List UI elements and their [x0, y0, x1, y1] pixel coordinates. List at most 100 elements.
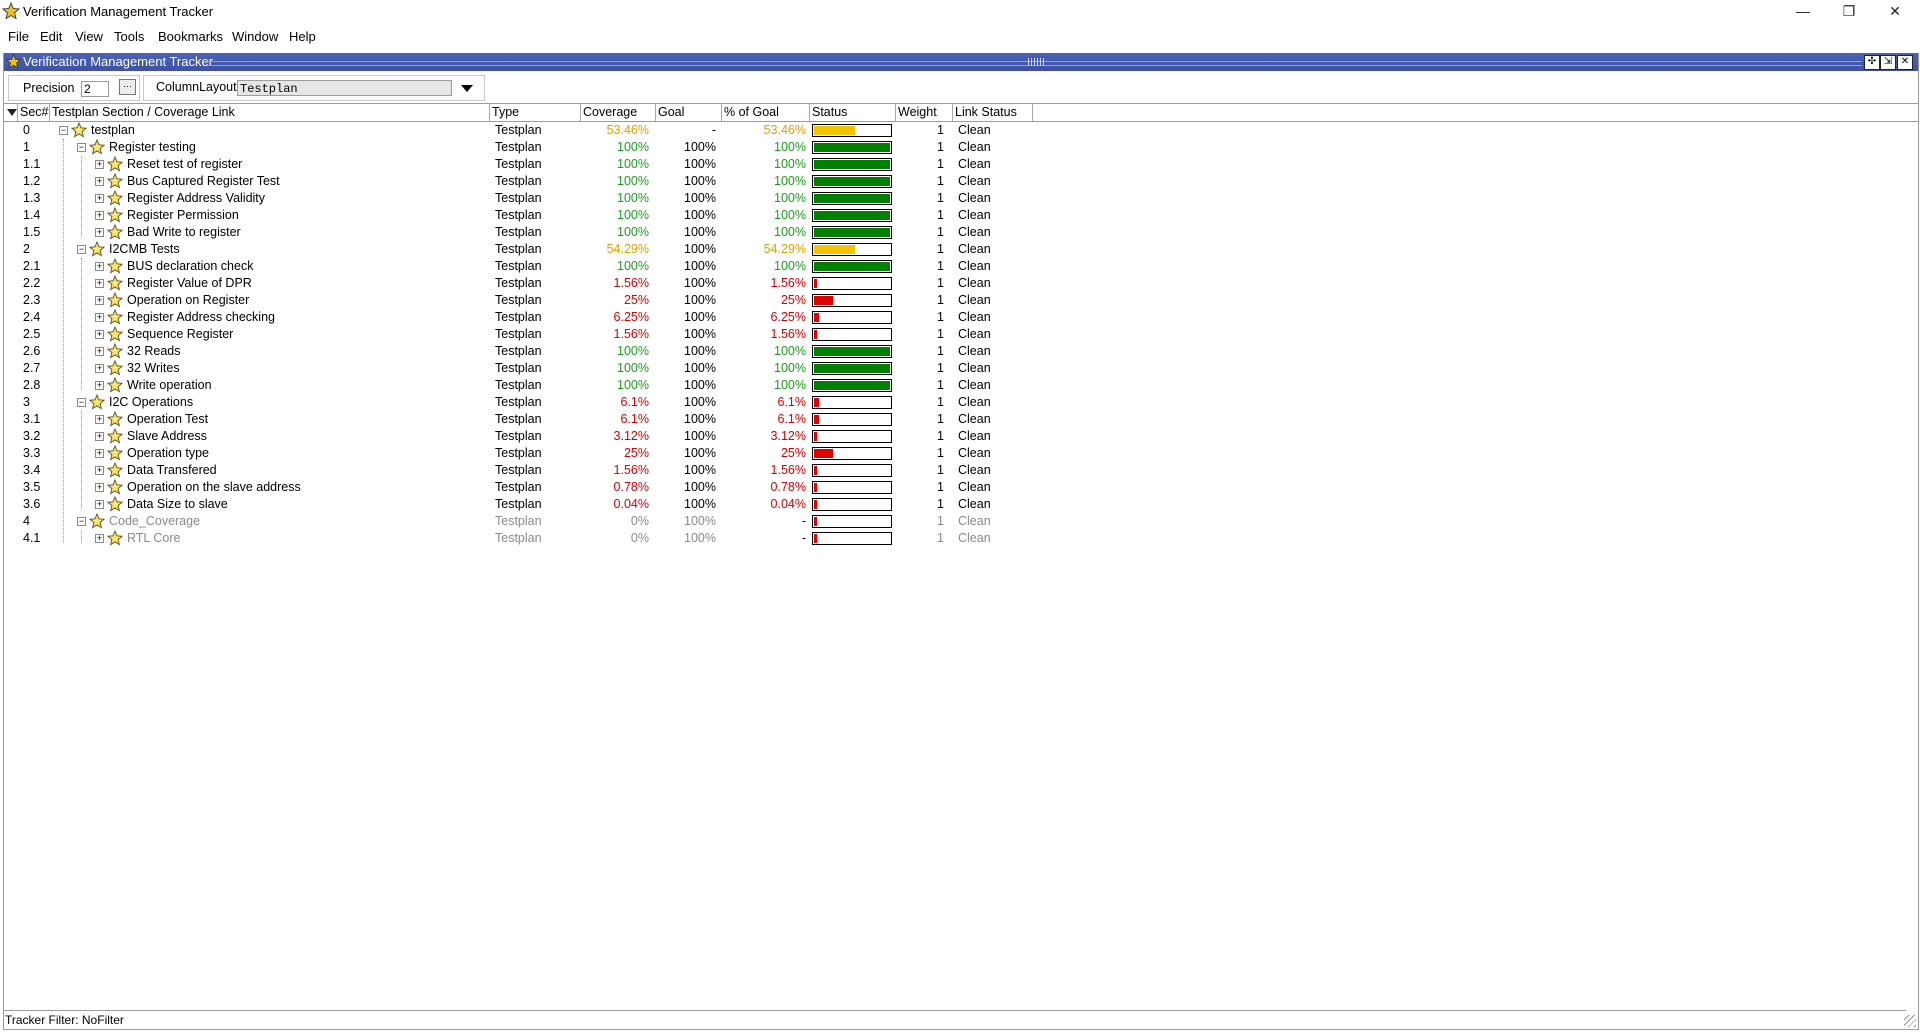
table-row[interactable]: 1.1 + Reset test of register Testplan 100% 10… [4, 155, 1034, 173]
expand-icon[interactable]: + [95, 364, 104, 373]
col-goal[interactable]: Goal [656, 104, 722, 121]
close-button[interactable]: ✕ [1872, 0, 1918, 24]
collapse-icon[interactable]: − [77, 143, 86, 152]
pane-titlebar[interactable]: Verification Management Tracker ✣ ⇲ ✕ [4, 53, 1918, 71]
col-weight[interactable]: Weight [896, 104, 953, 121]
section-name[interactable]: Write operation [127, 378, 212, 393]
table-row[interactable]: 3.4 + Data Transfered Testplan 1.56% 100% 1.56… [4, 461, 1034, 479]
section-name[interactable]: Reset test of register [127, 157, 242, 172]
section-name[interactable]: Register testing [109, 140, 196, 155]
menu-edit[interactable]: Edit [40, 29, 62, 44]
section-name[interactable]: RTL Core [127, 531, 181, 546]
expand-icon[interactable]: + [95, 381, 104, 390]
precision-input[interactable]: 2 [81, 81, 109, 97]
table-row[interactable]: 2.3 + Operation on Register Testplan 25% 100%… [4, 291, 1034, 309]
collapse-icon[interactable]: − [77, 517, 86, 526]
col-type[interactable]: Type [490, 104, 581, 121]
col-link-status[interactable]: Link Status [953, 104, 1033, 121]
table-row[interactable]: 2.1 + BUS declaration check Testplan 100% 100… [4, 257, 1034, 275]
table-row[interactable]: 2.4 + Register Address checking Testplan 6.2… [4, 308, 1034, 326]
expand-icon[interactable]: + [95, 500, 104, 509]
section-name[interactable]: testplan [91, 123, 135, 138]
table-row[interactable]: 1− Register testing Testplan 100% 100% 100% 1 C… [4, 138, 1034, 156]
table-row[interactable]: 1.2 + Bus Captured Register Test Testplan 10… [4, 172, 1034, 190]
menu-file[interactable]: File [8, 29, 29, 44]
pane-grip-handle[interactable] [1028, 58, 1046, 66]
pane-close-icon[interactable]: ✕ [1897, 55, 1913, 70]
restore-button[interactable]: ❐ [1826, 0, 1872, 24]
expand-icon[interactable]: + [95, 449, 104, 458]
expand-icon[interactable]: + [95, 415, 104, 424]
precision-apply-button[interactable]: ⋯ [119, 79, 136, 95]
section-name[interactable]: Data Transfered [127, 463, 217, 478]
col-pct-goal[interactable]: % of Goal [722, 104, 810, 121]
col-status[interactable]: Status [810, 104, 896, 121]
pane-undock-icon[interactable]: ⇲ [1880, 55, 1896, 70]
column-layout-select[interactable]: Testplan [237, 80, 452, 96]
table-row[interactable]: 3.6 + Data Size to slave Testplan 0.04% 100% 0… [4, 495, 1034, 513]
table-row[interactable]: 3.2 + Slave Address Testplan 3.12% 100% 3.12% 1… [4, 427, 1034, 445]
section-name[interactable]: Bad Write to register [127, 225, 241, 240]
section-name[interactable]: I2C Operations [109, 395, 193, 410]
expand-icon[interactable]: + [95, 296, 104, 305]
table-row[interactable]: 3.5 + Operation on the slave address Testpl… [4, 478, 1034, 496]
section-name[interactable]: Operation Test [127, 412, 208, 427]
minimize-button[interactable]: — [1780, 0, 1826, 24]
menu-bookmarks[interactable]: Bookmarks [158, 29, 223, 44]
section-name[interactable]: Register Address checking [127, 310, 275, 325]
menu-help[interactable]: Help [289, 29, 316, 44]
table-row[interactable]: 4 − Code_Coverage Testplan 0% 100% - 1 Clean [4, 512, 1034, 530]
table-row[interactable]: 1.3 + Register Address Validity Testplan 100… [4, 189, 1034, 207]
collapse-icon[interactable]: − [77, 245, 86, 254]
section-name[interactable]: Register Address Validity [127, 191, 265, 206]
table-row[interactable]: 1.4 + Register Permission Testplan 100% 100% 1… [4, 206, 1034, 224]
table-row[interactable]: 2.2 + Register Value of DPR Testplan 1.56% 10… [4, 274, 1034, 292]
section-name[interactable]: Code_Coverage [109, 514, 200, 529]
expand-icon[interactable]: + [95, 211, 104, 220]
expand-icon[interactable]: + [95, 228, 104, 237]
table-row[interactable]: 4.1 + RTL Core Testplan 0% 100% - 1 Clean [4, 529, 1034, 547]
section-name[interactable]: BUS declaration check [127, 259, 253, 274]
expand-icon[interactable]: + [95, 347, 104, 356]
menu-view[interactable]: View [75, 29, 103, 44]
collapse-icon[interactable]: − [59, 126, 68, 135]
table-row[interactable]: 1.5 + Bad Write to register Testplan 100% 100… [4, 223, 1034, 241]
section-name[interactable]: Data Size to slave [127, 497, 228, 512]
expand-icon[interactable]: + [95, 330, 104, 339]
menu-tools[interactable]: Tools [114, 29, 144, 44]
section-name[interactable]: Operation on Register [127, 293, 249, 308]
expand-icon[interactable]: + [95, 279, 104, 288]
expand-icon[interactable]: + [95, 466, 104, 475]
section-name[interactable]: Sequence Register [127, 327, 233, 342]
table-row[interactable]: 3.3 + Operation type Testplan 25% 100% 25% 1 Cle… [4, 444, 1034, 462]
table-row[interactable]: 0 − testplan Testplan 53.46% - 53.46% 1 Clean [4, 121, 1034, 139]
expand-icon[interactable]: + [95, 483, 104, 492]
menu-window[interactable]: Window [232, 29, 278, 44]
expand-icon[interactable]: + [95, 177, 104, 186]
section-name[interactable]: Register Value of DPR [127, 276, 252, 291]
col-coverage[interactable]: Coverage [581, 104, 656, 121]
pane-float-icon[interactable]: ✣ [1864, 55, 1880, 70]
section-name[interactable]: Register Permission [127, 208, 239, 223]
table-row[interactable]: 2.8 + Write operation Testplan 100% 100% 100% 1… [4, 376, 1034, 394]
expand-icon[interactable]: + [95, 313, 104, 322]
table-row[interactable]: 2.7 +32 Writes Testplan 100% 100% 100% 1 Clean [4, 359, 1034, 377]
expand-icon[interactable]: + [95, 534, 104, 543]
table-row[interactable]: 3.1 + Operation Test Testplan 6.1% 100% 6.1% 1 C… [4, 410, 1034, 428]
table-row[interactable]: 2.5 + Sequence Register Testplan 1.56% 100% 1.… [4, 325, 1034, 343]
collapse-icon[interactable]: − [77, 398, 86, 407]
expand-icon[interactable]: + [95, 262, 104, 271]
section-name[interactable]: 32 Writes [127, 361, 180, 376]
section-name[interactable]: Bus Captured Register Test [127, 174, 280, 189]
resize-grip-icon[interactable] [1904, 1015, 1916, 1027]
table-row[interactable]: 2 − I2CMB Tests Testplan 54.29% 100% 54.29% 1 Cl… [4, 240, 1034, 258]
section-name[interactable]: I2CMB Tests [109, 242, 180, 257]
section-name[interactable]: Operation on the slave address [127, 480, 301, 495]
table-row[interactable]: 2.6 +32 Reads Testplan 100% 100% 100% 1 Clean [4, 342, 1034, 360]
table-row[interactable]: 3 − I2C Operations Testplan 6.1% 100% 6.1% 1 Cle… [4, 393, 1034, 411]
section-name[interactable]: Operation type [127, 446, 209, 461]
col-sec[interactable]: Sec# [18, 104, 50, 121]
chevron-down-icon[interactable] [457, 79, 477, 97]
col-section-name[interactable]: Testplan Section / Coverage Link [50, 104, 490, 121]
expand-icon[interactable]: + [95, 432, 104, 441]
